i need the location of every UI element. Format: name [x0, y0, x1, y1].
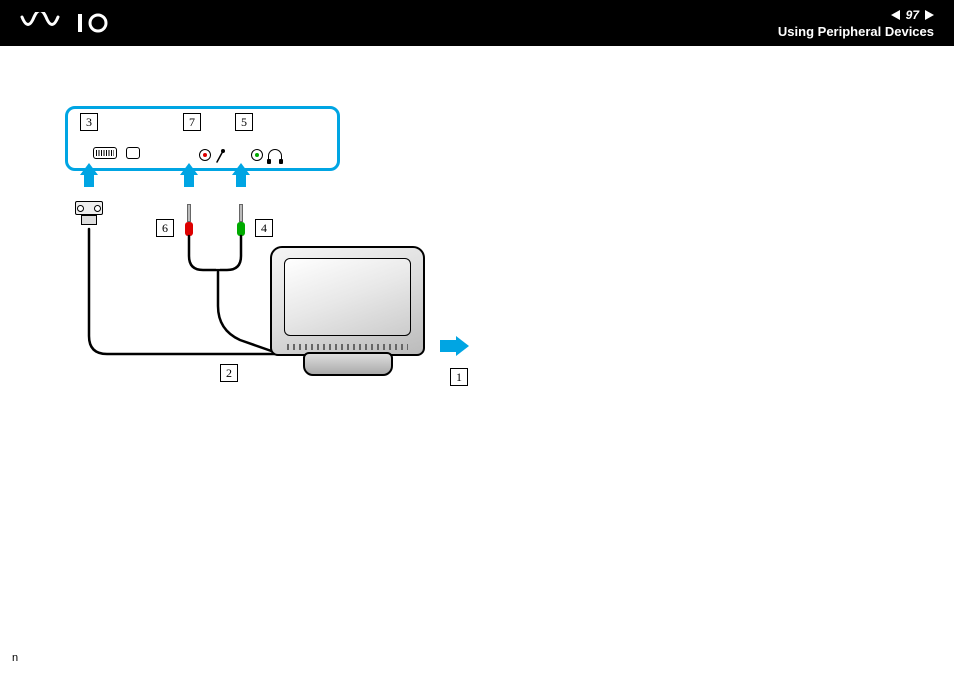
port-panel [65, 106, 340, 171]
arrow-up-icon [232, 163, 250, 187]
page-header: 97 Using Peripheral Devices [0, 0, 954, 46]
connection-diagram: 1 2 3 4 5 6 7 [50, 106, 530, 416]
arrow-up-icon [180, 163, 198, 187]
arrow-right-icon [440, 336, 469, 356]
microphone-jack-icon [199, 149, 211, 161]
section-title: Using Peripheral Devices [778, 24, 934, 39]
headphone-icon [268, 149, 282, 161]
callout-3: 3 [80, 113, 98, 131]
callout-4: 4 [255, 219, 273, 237]
small-port-icon [126, 147, 140, 159]
header-right: 97 Using Peripheral Devices [778, 8, 934, 39]
next-page-arrow-icon[interactable] [925, 10, 934, 20]
headphone-jack-icon [251, 149, 263, 161]
callout-2: 2 [220, 364, 238, 382]
audio-plug-red-icon [185, 204, 193, 236]
callout-5: 5 [235, 113, 253, 131]
callout-7: 7 [183, 113, 201, 131]
page-navigation: 97 [891, 8, 934, 22]
prev-page-arrow-icon[interactable] [891, 10, 900, 20]
callout-6: 6 [156, 219, 174, 237]
page-content: 1 2 3 4 5 6 7 [0, 46, 954, 476]
microphone-icon [216, 149, 226, 163]
page-number: 97 [906, 8, 919, 22]
callout-1: 1 [450, 368, 468, 386]
vga-cable-connector [75, 201, 103, 229]
vga-port-icon [93, 147, 117, 159]
vaio-logo [20, 12, 130, 34]
multimedia-monitor [265, 246, 430, 396]
footer-mark: n [12, 652, 22, 664]
arrow-up-icon [80, 163, 98, 187]
audio-plug-green-icon [237, 204, 245, 236]
